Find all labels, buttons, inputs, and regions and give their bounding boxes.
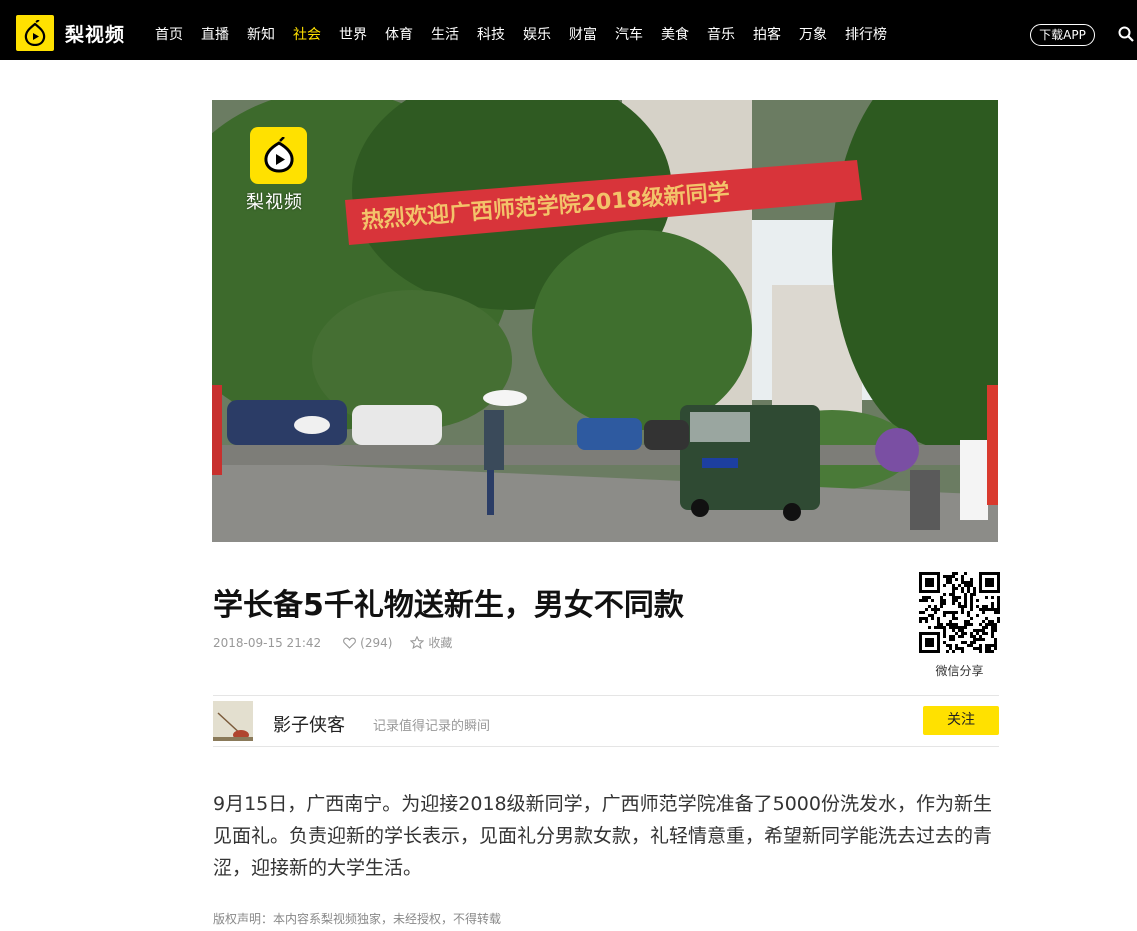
nav-item-ranking[interactable]: 排行榜 [845,24,891,44]
pear-play-icon [264,137,294,173]
video-player[interactable]: 热烈欢迎广西师范学院2018级新同学 梨视频 [212,100,998,542]
wechat-share-qr-code[interactable] [919,572,1000,653]
search-icon[interactable] [1118,26,1134,42]
watermark-logo [250,127,307,184]
brand-logo[interactable] [16,15,54,51]
like-button[interactable]: (294) [343,636,392,650]
article-meta: 2018-09-15 21:42 (294) 收藏 [213,634,452,651]
nav-item-world[interactable]: 世界 [339,24,385,44]
category-nav: 首页 直播 新知 社会 世界 体育 生活 科技 娱乐 财富 汽车 美食 音乐 拍… [155,24,891,44]
nav-item-wanxiang[interactable]: 万象 [799,24,845,44]
nav-item-tech[interactable]: 科技 [477,24,523,44]
author-avatar-image [213,701,253,741]
author-description: 记录值得记录的瞬间 [373,719,491,734]
author-bar: 影子侠客 记录值得记录的瞬间 关注 [213,695,999,747]
nav-item-knowledge[interactable]: 新知 [247,24,293,44]
article-title: 学长备5千礼物送新生，男女不同款 [213,588,684,623]
follow-button[interactable]: 关注 [923,706,999,735]
favorite-label: 收藏 [428,636,453,650]
copyright-notice: 版权声明：本内容系梨视频独家，未经授权，不得转载 [213,912,502,926]
nav-item-entertainment[interactable]: 娱乐 [523,24,569,44]
brand-name[interactable]: 梨视频 [65,20,125,47]
nav-item-paike[interactable]: 拍客 [753,24,799,44]
nav-item-home[interactable]: 首页 [155,24,201,44]
publish-date: 2018-09-15 21:42 [213,635,322,650]
nav-item-food[interactable]: 美食 [661,24,707,44]
download-app-button[interactable]: 下载APP [1030,24,1095,46]
nav-item-sports[interactable]: 体育 [385,24,431,44]
top-navigation-bar: 梨视频 首页 直播 新知 社会 世界 体育 生活 科技 娱乐 财富 汽车 美食 … [0,0,1137,60]
star-icon [410,636,425,649]
nav-item-wealth[interactable]: 财富 [569,24,615,44]
watermark-text: 梨视频 [246,192,303,213]
favorite-button[interactable]: 收藏 [410,634,452,651]
nav-item-auto[interactable]: 汽车 [615,24,661,44]
article-summary: 9月15日，广西南宁。为迎接2018级新同学，广西师范学院准备了5000份洗发水… [213,793,993,879]
video-frame: 热烈欢迎广西师范学院2018级新同学 [212,100,998,542]
like-count: (294) [360,635,393,650]
nav-item-live[interactable]: 直播 [201,24,247,44]
nav-item-society[interactable]: 社会 [293,24,339,44]
avatar[interactable] [213,701,253,741]
nav-item-life[interactable]: 生活 [431,24,477,44]
author-name[interactable]: 影子侠客 [273,711,345,737]
nav-item-music[interactable]: 音乐 [707,24,753,44]
wechat-share-label: 微信分享 [935,664,984,678]
pear-play-icon [24,20,46,46]
heart-icon [343,637,357,649]
